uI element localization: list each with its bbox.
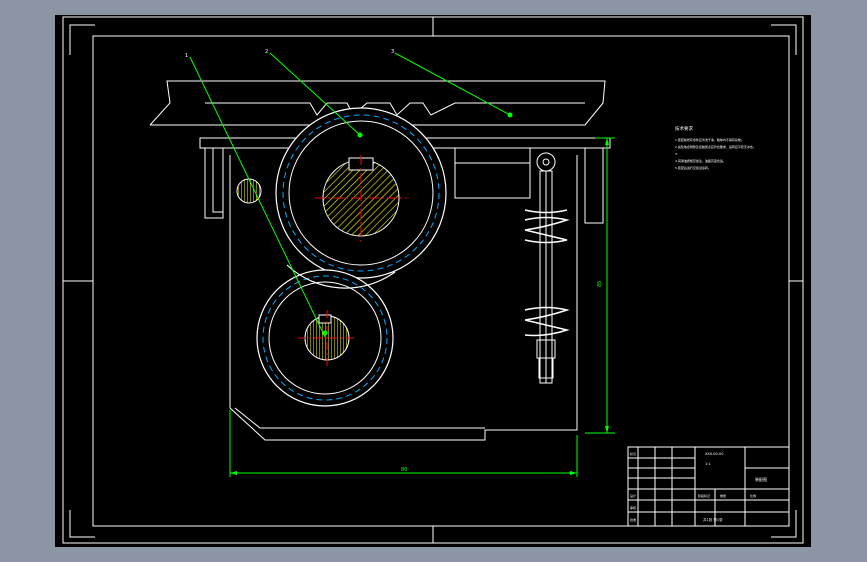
tech-note-3: 3. (675, 152, 678, 156)
tech-note-5: 5.装配后进行空载试运转。 (675, 165, 711, 170)
callout-2: 2 (265, 49, 268, 55)
tech-note-4: 4.润滑油按规定加注，油面高度合适。 (675, 158, 726, 163)
spring-eye (536, 152, 556, 172)
title-block-label-scale: 比例 (750, 493, 756, 498)
sheet-outer-border (62, 16, 804, 544)
title-block-drawing-number: XXX-00-00 (705, 452, 723, 456)
rack-teeth (205, 102, 585, 116)
upper-block (454, 147, 531, 199)
corner-mark-tr (771, 24, 797, 55)
callout-1: 1 (185, 53, 188, 59)
tech-note-2: 2.齿轮啮合侧隙及接触斑点应符合要求，运转应平稳无冲击。 (675, 144, 756, 149)
technical-notes: 技术要求 1.装配前所有零件应清洗干净，箱体内不得有杂物。 2.齿轮啮合侧隙及接… (675, 125, 756, 170)
housing-inner-line (234, 407, 485, 429)
title-block-label-mark: 标记 (630, 451, 636, 456)
oil-plug (236, 178, 262, 204)
callout-3: 3 (391, 49, 394, 55)
corner-mark-bl (69, 510, 95, 538)
title-block[interactable] (627, 446, 790, 527)
left-bracket-inner (212, 147, 224, 213)
cad-drawing-canvas[interactable]: 1 2 3 85 80 技术要求 1.装配前所有零件应清洗干净，箱体内不得有杂物… (55, 15, 811, 547)
dimension-width-label: 80 (401, 467, 407, 473)
title-block-label-stage: 阶段标记 (698, 493, 710, 498)
dimension-height-label: 85 (597, 281, 603, 287)
title-block-company: 装配图 (755, 476, 767, 482)
tech-note-1: 1.装配前所有零件应清洗干净，箱体内不得有杂物。 (675, 137, 744, 142)
title-block-label-weight: 重量 (720, 493, 726, 498)
title-block-label-approve: 批准 (630, 517, 636, 522)
small-shaft-keyway (318, 314, 332, 324)
right-bracket (584, 147, 604, 224)
spring-eye-hole (542, 158, 550, 166)
left-bracket (204, 147, 224, 219)
cad-viewport[interactable]: 1 2 3 85 80 技术要求 1.装配前所有零件应清洗干净，箱体内不得有杂物… (55, 15, 811, 547)
title-block-label-check: 审核 (630, 505, 636, 510)
corner-mark-tl (69, 24, 95, 55)
title-block-sheet: 共1张 第1张 (703, 517, 723, 522)
title-block-scale: 1:1 (705, 462, 711, 466)
title-block-label-design: 设计 (630, 493, 636, 498)
corner-mark-br (771, 510, 797, 538)
tech-notes-title: 技术要求 (675, 125, 693, 132)
